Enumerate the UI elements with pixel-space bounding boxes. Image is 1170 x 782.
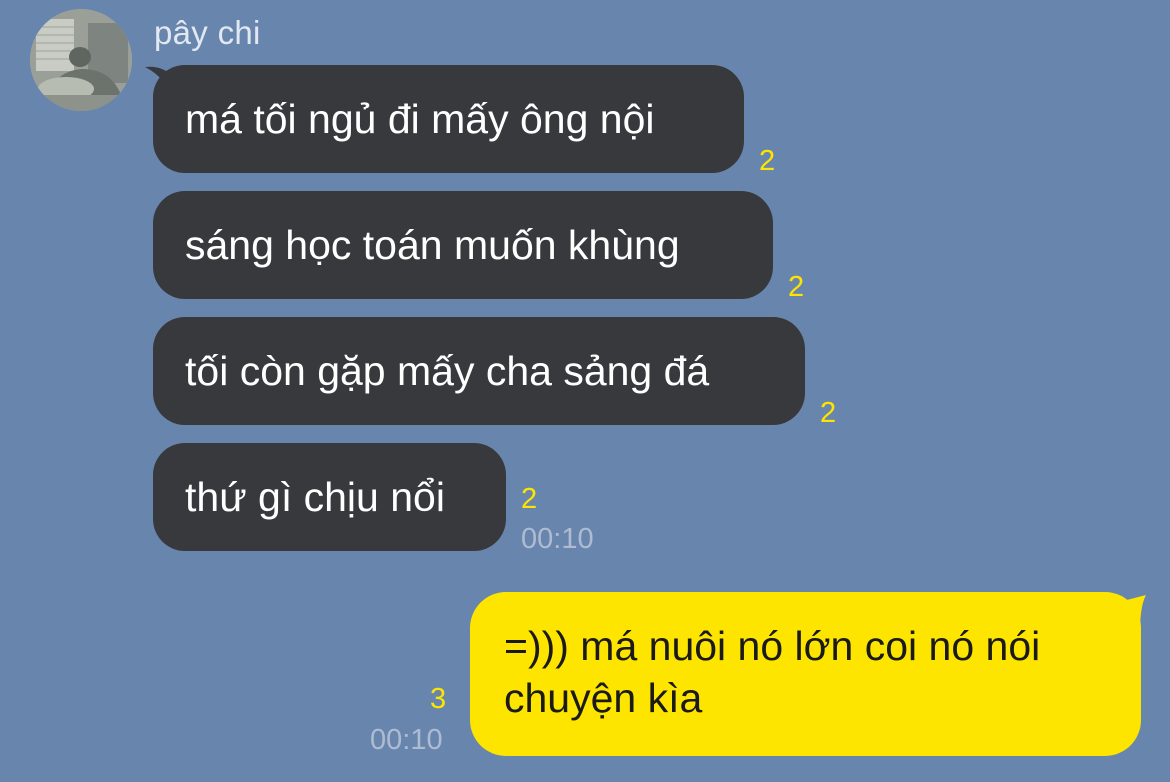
message-bubble-outgoing[interactable]: =))) má nuôi nó lớn coi nó nói chuyện kì…	[470, 592, 1141, 756]
message-text: sáng học toán muốn khùng	[185, 222, 680, 268]
message-text: tối còn gặp mấy cha sảng đá	[185, 348, 710, 394]
unread-count: 2	[788, 271, 805, 303]
unread-count: 3	[430, 683, 447, 715]
message-bubble-incoming[interactable]: thứ gì chịu nổi	[153, 443, 506, 551]
message-text-line: chuyện kìa	[504, 675, 703, 721]
message-bubble-incoming[interactable]: tối còn gặp mấy cha sảng đá	[153, 317, 805, 425]
avatar-photo	[30, 9, 132, 111]
message-text-line: =))) má nuôi nó lớn coi nó nói	[504, 623, 1041, 669]
sender-name: pây chi	[154, 14, 261, 51]
unread-count: 2	[759, 145, 776, 177]
unread-count: 2	[521, 483, 538, 515]
avatar[interactable]	[30, 9, 132, 111]
message-text: thứ gì chịu nổi	[185, 474, 445, 520]
message-bubble-incoming[interactable]: má tối ngủ đi mấy ông nội	[153, 65, 744, 173]
message-timestamp: 00:10	[521, 523, 594, 555]
message-timestamp: 00:10	[370, 724, 443, 756]
message-bubble-incoming[interactable]: sáng học toán muốn khùng	[153, 191, 773, 299]
message-text: má tối ngủ đi mấy ông nội	[185, 96, 655, 142]
unread-count: 2	[820, 397, 837, 429]
